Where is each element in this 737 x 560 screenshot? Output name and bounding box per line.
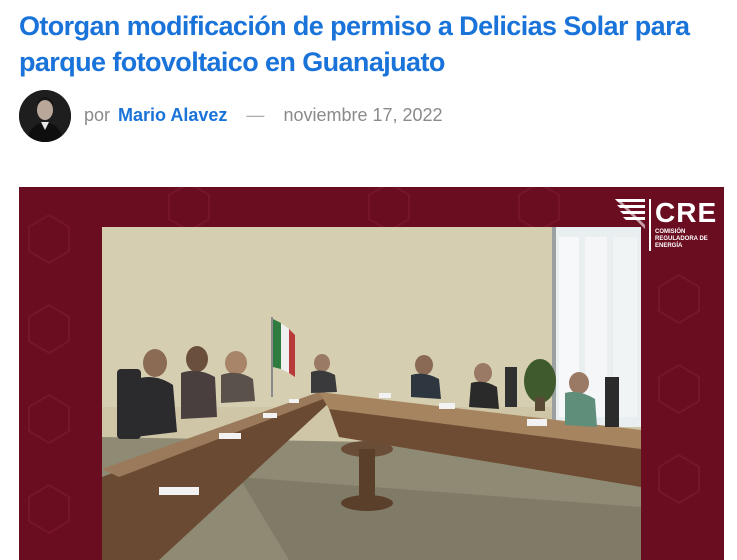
byline-text: por Mario Alavez — noviembre 17, 2022 [84,104,443,126]
featured-image[interactable]: CRE Comisión Reguladora de Energía [19,187,724,560]
cre-logo-icon: CRE Comisión Reguladora de Energía [615,197,718,257]
logo-text: CRE [655,197,718,228]
article-title[interactable]: Otorgan modificación de permiso a Delici… [19,8,719,80]
logo-subtitle: Comisión Reguladora de Energía [655,229,708,249]
byline: por Mario Alavez — noviembre 17, 2022 [19,90,719,142]
post-date: noviembre 17, 2022 [283,105,443,125]
byline-prefix: por [84,105,111,125]
byline-separator: — [246,105,265,125]
author-link[interactable]: Mario Alavez [118,105,227,125]
author-avatar[interactable] [19,90,71,142]
